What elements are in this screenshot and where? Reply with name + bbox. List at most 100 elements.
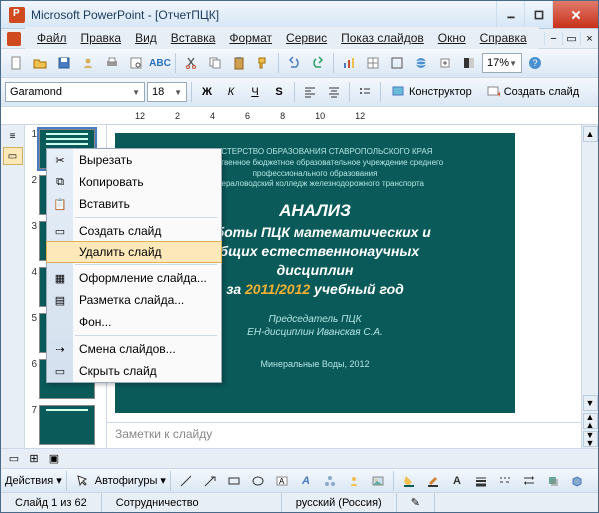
bold-button[interactable]: Ж (196, 81, 218, 103)
menu-insert[interactable]: Вставка (165, 29, 222, 47)
font-color-icon[interactable]: A (446, 470, 468, 492)
rectangle-icon[interactable] (223, 470, 245, 492)
status-spell-icon[interactable]: ✎ (397, 493, 435, 512)
arrow-icon[interactable] (199, 470, 221, 492)
oval-icon[interactable] (247, 470, 269, 492)
outline-tab-icon[interactable]: ≡ (3, 127, 23, 145)
grayscale-button[interactable] (458, 52, 480, 74)
redo-button[interactable] (307, 52, 329, 74)
vertical-scrollbar[interactable]: ▲ ▼ ▲▲ ▼▼ (581, 125, 598, 448)
cm-transition[interactable]: ⇢Смена слайдов... (47, 338, 221, 360)
copy-button[interactable] (204, 52, 226, 74)
context-menu: ✂Вырезать ⧉Копировать 📋Вставить ▭Создать… (46, 148, 222, 383)
cm-slide-layout[interactable]: ▤Разметка слайда... (47, 289, 221, 311)
menu-edit[interactable]: Правка (75, 29, 128, 47)
chart-button[interactable] (338, 52, 360, 74)
menu-slideshow[interactable]: Показ слайдов (335, 29, 430, 47)
open-button[interactable] (29, 52, 51, 74)
line-icon[interactable] (175, 470, 197, 492)
hyperlink-button[interactable] (410, 52, 432, 74)
format-painter-button[interactable] (252, 52, 274, 74)
cm-new-slide[interactable]: ▭Создать слайд (47, 220, 221, 242)
menu-window[interactable]: Окно (432, 29, 472, 47)
autoshapes-button[interactable]: Автофигуры ▾ (95, 474, 166, 487)
undo-button[interactable] (283, 52, 305, 74)
clipart-icon[interactable] (343, 470, 365, 492)
cm-paste[interactable]: 📋Вставить (47, 193, 221, 215)
next-slide-button[interactable]: ▼▼ (583, 431, 598, 447)
tables-borders-button[interactable] (386, 52, 408, 74)
menu-tools[interactable]: Сервис (280, 29, 333, 47)
slideshow-view-icon[interactable]: ▣ (45, 451, 63, 467)
doc-restore-button[interactable]: ▭ (562, 32, 580, 45)
dash-style-icon[interactable] (494, 470, 516, 492)
textbox-icon[interactable]: A (271, 470, 293, 492)
new-slide-button[interactable]: ✶Создать слайд (480, 81, 585, 103)
align-center-button[interactable] (323, 81, 345, 103)
normal-view-icon[interactable]: ▭ (5, 451, 23, 467)
menu-view[interactable]: Вид (129, 29, 163, 47)
cm-copy[interactable]: ⧉Копировать (47, 171, 221, 193)
maximize-button[interactable] (524, 1, 552, 28)
cm-hide-slide[interactable]: ▭Скрыть слайд (47, 360, 221, 382)
thumb-number: 3 (27, 221, 37, 232)
slides-tab-icon[interactable]: ▭ (3, 147, 23, 165)
zoom-combo[interactable]: 17%▼ (482, 53, 522, 73)
expand-button[interactable] (434, 52, 456, 74)
menu-file[interactable]: Файл (31, 29, 73, 47)
sorter-view-icon[interactable]: ⊞ (25, 451, 43, 467)
cm-cut[interactable]: ✂Вырезать (47, 149, 221, 171)
diagram-icon[interactable] (319, 470, 341, 492)
help-button[interactable]: ? (524, 52, 546, 74)
cut-button[interactable] (180, 52, 202, 74)
slide-design-button[interactable]: Конструктор (385, 81, 478, 103)
save-button[interactable] (53, 52, 75, 74)
select-objects-button[interactable] (71, 470, 93, 492)
doc-close-button[interactable]: × (580, 32, 598, 45)
3d-style-icon[interactable] (566, 470, 588, 492)
italic-button[interactable]: К (220, 81, 242, 103)
svg-text:A: A (279, 477, 285, 486)
scroll-down-button[interactable]: ▼ (583, 395, 598, 411)
font-size-combo[interactable]: 18▼ (147, 82, 187, 102)
svg-text:✶: ✶ (496, 90, 500, 99)
doc-minimize-button[interactable]: − (544, 32, 562, 45)
spellcheck-button[interactable]: ABC (149, 52, 171, 74)
permission-button[interactable] (77, 52, 99, 74)
ruler-tick: 10 (315, 111, 325, 121)
notes-pane[interactable]: Заметки к слайду (107, 422, 581, 448)
arrow-style-icon[interactable] (518, 470, 540, 492)
slide-thumbnail[interactable] (39, 405, 95, 445)
print-button[interactable] (101, 52, 123, 74)
preview-button[interactable] (125, 52, 147, 74)
ruler-tick: 6 (245, 111, 250, 121)
status-slide-number: Слайд 1 из 62 (1, 493, 102, 512)
cm-slide-design[interactable]: ▦Оформление слайда... (47, 267, 221, 289)
line-color-icon[interactable] (422, 470, 444, 492)
bullets-button[interactable] (354, 81, 376, 103)
app-icon (9, 7, 25, 23)
cm-background[interactable]: Фон... (47, 311, 221, 333)
paste-icon: 📋 (52, 196, 68, 212)
prev-slide-button[interactable]: ▲▲ (583, 413, 598, 429)
fill-color-icon[interactable] (398, 470, 420, 492)
wordart-icon[interactable]: A (295, 470, 317, 492)
new-doc-button[interactable] (5, 52, 27, 74)
minimize-button[interactable] (496, 1, 524, 28)
font-name-combo[interactable]: Garamond▼ (5, 82, 145, 102)
menu-format[interactable]: Формат (223, 29, 278, 47)
shadow-button[interactable]: S (268, 81, 290, 103)
align-left-button[interactable] (299, 81, 321, 103)
close-button[interactable] (552, 1, 598, 28)
menu-help[interactable]: Справка (474, 29, 533, 47)
picture-icon[interactable] (367, 470, 389, 492)
paste-button[interactable] (228, 52, 250, 74)
ruler-tick: 12 (135, 111, 145, 121)
scroll-up-button[interactable]: ▲ (583, 126, 598, 142)
table-button[interactable] (362, 52, 384, 74)
draw-actions-button[interactable]: Действия ▾ (5, 474, 62, 487)
underline-button[interactable]: Ч (244, 81, 266, 103)
line-style-icon[interactable] (470, 470, 492, 492)
cm-delete-slide[interactable]: Удалить слайд (46, 241, 222, 263)
shadow-style-icon[interactable] (542, 470, 564, 492)
